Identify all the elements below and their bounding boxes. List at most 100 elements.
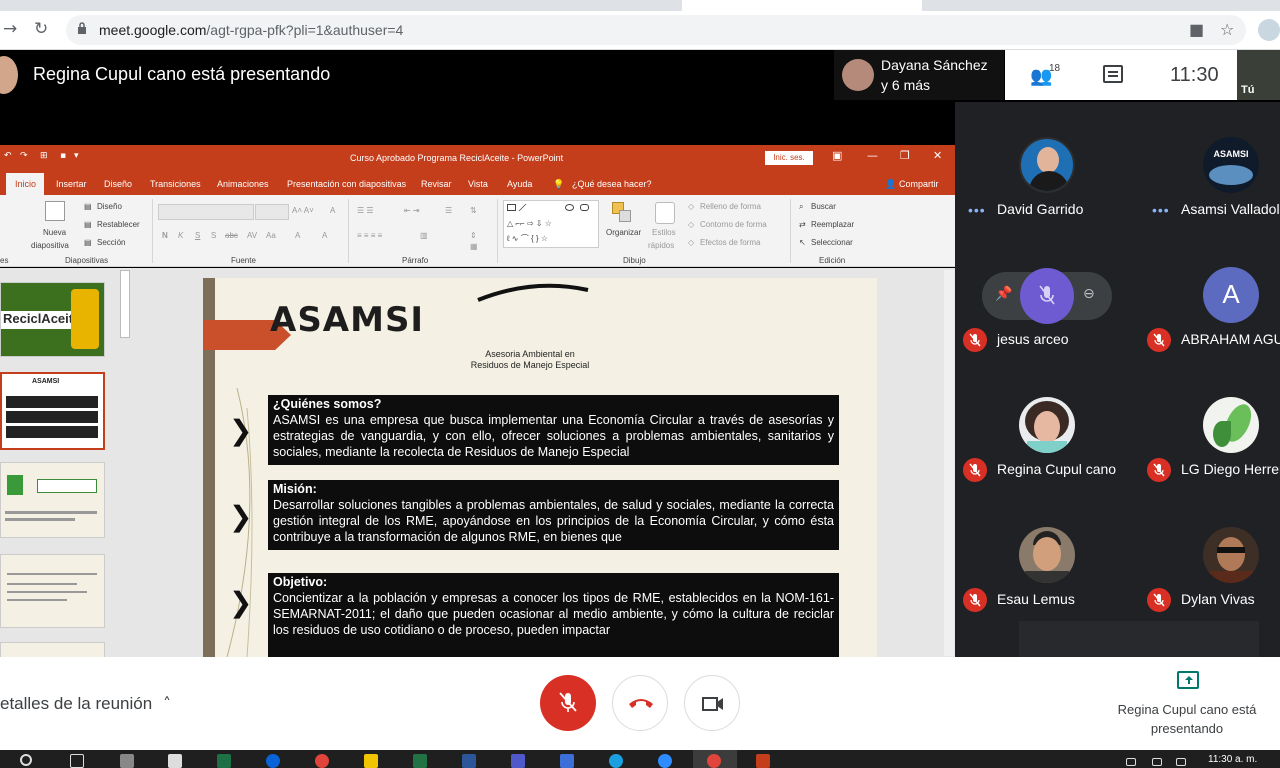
- tab-vista[interactable]: Vista: [468, 179, 488, 189]
- presentation-start-icon[interactable]: ⊞: [40, 151, 48, 161]
- tab-revisar[interactable]: Revisar: [421, 179, 452, 189]
- participant-avatar[interactable]: ASAMSI: [1203, 137, 1259, 193]
- present-screen-icon[interactable]: [1177, 671, 1199, 689]
- replace-button[interactable]: Reemplazar: [811, 220, 854, 229]
- rectangle-shape-icon[interactable]: [507, 204, 516, 211]
- align-text-icon[interactable]: ⇕: [470, 231, 477, 240]
- quick-styles-label-1[interactable]: Estilos: [652, 228, 676, 237]
- tab-transiciones[interactable]: Transiciones: [150, 179, 201, 189]
- maximize-icon[interactable]: ❐: [900, 149, 910, 162]
- organize-button[interactable]: Organizar: [606, 228, 641, 237]
- taskbar-excel2-icon[interactable]: [413, 754, 427, 768]
- tab-animaciones[interactable]: Animaciones: [217, 179, 269, 189]
- taskbar-battery-icon[interactable]: [1152, 758, 1162, 766]
- new-slide-label-1[interactable]: Nueva: [43, 228, 66, 237]
- meeting-details-button[interactable]: etalles de la reunión: [0, 694, 152, 714]
- tab-presentacion[interactable]: Presentación con diapositivas: [287, 179, 406, 189]
- columns-icon[interactable]: ▥: [420, 231, 428, 240]
- shadow-icon[interactable]: S: [211, 231, 216, 240]
- smartart-icon[interactable]: ▦: [470, 242, 478, 251]
- participant-avatar[interactable]: [1019, 397, 1075, 453]
- tab-inicio[interactable]: Inicio: [6, 173, 44, 195]
- slide-thumbnail-4[interactable]: [0, 554, 105, 628]
- line-spacing-icon[interactable]: ☰: [445, 206, 452, 215]
- taskbar-zoom-icon[interactable]: [658, 754, 672, 768]
- bullets-icon[interactable]: ☰ ☰: [357, 206, 374, 215]
- participant-avatar[interactable]: [1203, 397, 1259, 453]
- taskbar-tray-icon[interactable]: [1126, 758, 1136, 766]
- ribbon-display-icon[interactable]: ▣: [832, 149, 842, 162]
- participant-avatar[interactable]: [1019, 527, 1075, 583]
- grow-font-icon[interactable]: A˄ A˅: [292, 206, 314, 215]
- oval-shape-icon[interactable]: [565, 204, 574, 211]
- font-size-combo[interactable]: [255, 204, 289, 220]
- undo-icon[interactable]: ↶: [4, 151, 12, 161]
- rounded-rect-shape-icon[interactable]: [580, 204, 589, 211]
- misc-shape-icons[interactable]: ℓ ∿ ⌒ { } ☆: [507, 233, 548, 244]
- font-color-icon[interactable]: A: [295, 231, 300, 240]
- remove-participant-icon[interactable]: ⊖: [1083, 286, 1095, 302]
- slide-thumbnail-3[interactable]: [0, 462, 105, 538]
- shape-fill-button[interactable]: Relleno de forma: [700, 202, 761, 211]
- spacing-icon[interactable]: AV: [247, 231, 257, 240]
- thumbnail-scrollbar[interactable]: [120, 270, 130, 338]
- reload-icon[interactable]: ↻: [34, 19, 48, 39]
- reset-button[interactable]: Restablecer: [97, 220, 140, 229]
- chat-icon[interactable]: [1103, 65, 1123, 83]
- forward-icon[interactable]: →: [3, 19, 17, 39]
- slide-thumbnail-2[interactable]: ASAMSI: [0, 372, 105, 450]
- slide-scrollbar[interactable]: [944, 270, 954, 656]
- save-icon[interactable]: ▪: [60, 151, 66, 161]
- bookmark-star-icon[interactable]: ☆: [1220, 20, 1234, 39]
- share-button[interactable]: Compartir: [899, 179, 939, 189]
- triangle-shape-icon[interactable]: △ ⌐⌐ ⇨ ⇩ ☆: [507, 219, 552, 228]
- end-call-button[interactable]: [612, 675, 668, 731]
- taskbar-edge-icon[interactable]: [266, 754, 280, 768]
- indent-icon[interactable]: ⇤ ⇥: [404, 206, 420, 215]
- minimize-icon[interactable]: —: [867, 149, 878, 162]
- taskbar-search-icon[interactable]: [20, 754, 32, 766]
- taskbar-store-icon[interactable]: [120, 754, 134, 768]
- italic-icon[interactable]: K: [178, 231, 183, 240]
- mic-toggle-button[interactable]: [540, 675, 596, 731]
- taskbar-app3-icon[interactable]: [609, 754, 623, 768]
- active-tab[interactable]: [682, 0, 922, 11]
- url-text[interactable]: meet.google.com/agt-rgpa-pfk?pli=1&authu…: [99, 22, 403, 38]
- quick-styles-icon[interactable]: [655, 202, 675, 224]
- taskbar-app2-icon[interactable]: [560, 754, 574, 768]
- chevron-up-icon[interactable]: ˄: [163, 694, 171, 713]
- share-icon[interactable]: 👤: [885, 179, 896, 190]
- underline-icon[interactable]: S: [195, 231, 200, 240]
- participant-avatar[interactable]: A: [1203, 267, 1259, 323]
- align-icons[interactable]: ≡ ≡ ≡ ≡: [357, 231, 382, 240]
- text-direction-icon[interactable]: ⇅: [470, 206, 477, 215]
- tab-ayuda[interactable]: Ayuda: [507, 179, 532, 189]
- mute-participant-button[interactable]: [1020, 268, 1074, 324]
- camera-indicator-icon[interactable]: ■: [1189, 20, 1204, 39]
- quick-access-dropdown-icon[interactable]: ▾: [74, 151, 79, 161]
- camera-toggle-button[interactable]: [684, 675, 740, 731]
- taskbar-teams-icon[interactable]: [511, 754, 525, 768]
- profile-avatar[interactable]: [1258, 19, 1280, 41]
- layout-button[interactable]: Diseño: [97, 202, 122, 211]
- taskbar-excel-icon[interactable]: [217, 754, 231, 768]
- slide-thumbnail-5[interactable]: [0, 642, 105, 657]
- slide-thumbnail-1[interactable]: ReciclAceite: [0, 282, 105, 357]
- redo-icon[interactable]: ↷: [20, 151, 28, 161]
- taskbar-explorer-icon[interactable]: [364, 754, 378, 768]
- taskbar-volume-icon[interactable]: [1176, 758, 1186, 766]
- taskbar-chrome-icon[interactable]: [315, 754, 329, 768]
- participant-avatar[interactable]: [1019, 137, 1075, 193]
- tab-diseno[interactable]: Diseño: [104, 179, 132, 189]
- taskbar-active-app[interactable]: [693, 750, 737, 768]
- shape-outline-button[interactable]: Contorno de forma: [700, 220, 767, 229]
- taskbar-word-icon[interactable]: [462, 754, 476, 768]
- highlight-icon[interactable]: A: [322, 231, 327, 240]
- clear-format-icon[interactable]: A: [330, 206, 335, 215]
- tab-insertar[interactable]: Insertar: [56, 179, 87, 189]
- close-icon[interactable]: ✕: [933, 149, 942, 162]
- tell-me-search[interactable]: ¿Qué desea hacer?: [572, 179, 652, 189]
- participant-avatar[interactable]: [1203, 527, 1259, 583]
- find-button[interactable]: Buscar: [811, 202, 836, 211]
- signin-button[interactable]: Inic. ses.: [765, 151, 813, 165]
